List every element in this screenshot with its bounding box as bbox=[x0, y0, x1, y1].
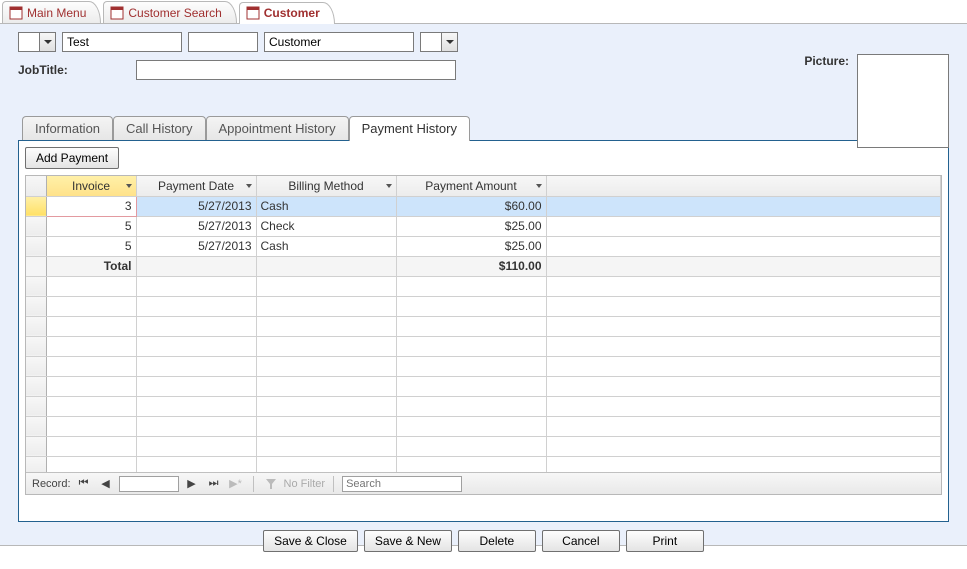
save-close-button[interactable]: Save & Close bbox=[263, 530, 358, 552]
row-selector[interactable] bbox=[26, 236, 46, 256]
empty-row bbox=[26, 336, 941, 356]
prefix-combo[interactable] bbox=[18, 32, 56, 52]
suffix-input[interactable] bbox=[421, 33, 441, 51]
nav-first-icon[interactable]: ⏮ bbox=[75, 476, 93, 492]
cell-blank bbox=[546, 216, 941, 236]
dropdown-arrow-icon[interactable] bbox=[441, 33, 457, 51]
jobtitle-field[interactable] bbox=[136, 60, 456, 80]
cell-billing-method[interactable]: Cash bbox=[256, 196, 396, 216]
record-label: Record: bbox=[32, 478, 71, 490]
cell-billing-method[interactable]: Cash bbox=[256, 236, 396, 256]
column-header-billing-method[interactable]: Billing Method bbox=[256, 176, 396, 196]
nav-next-icon[interactable]: ▶ bbox=[183, 476, 201, 492]
object-tab-main-menu[interactable]: Main Menu bbox=[2, 1, 101, 23]
cell-payment-amount[interactable]: $25.00 bbox=[396, 236, 546, 256]
table-row[interactable]: 55/27/2013Check$25.00 bbox=[26, 216, 941, 236]
object-tab-label: Customer Search bbox=[128, 6, 221, 20]
column-header-blank bbox=[546, 176, 941, 196]
delete-button[interactable]: Delete bbox=[458, 530, 536, 552]
totals-row: Total $110.00 bbox=[26, 256, 941, 276]
empty-row bbox=[26, 456, 941, 472]
prefix-input[interactable] bbox=[19, 33, 39, 51]
empty-row bbox=[26, 296, 941, 316]
cell-blank bbox=[136, 256, 256, 276]
cell-invoice[interactable]: 3 bbox=[46, 196, 136, 216]
nav-prev-icon[interactable]: ◀ bbox=[97, 476, 115, 492]
no-filter-label: No Filter bbox=[284, 478, 326, 490]
cell-blank bbox=[546, 256, 941, 276]
cell-payment-date[interactable]: 5/27/2013 bbox=[136, 196, 256, 216]
cell-payment-date[interactable]: 5/27/2013 bbox=[136, 236, 256, 256]
picture-section: Picture: bbox=[804, 54, 949, 148]
record-number-field[interactable] bbox=[119, 476, 179, 492]
payment-history-panel: Add Payment bbox=[18, 140, 949, 522]
cancel-button[interactable]: Cancel bbox=[542, 530, 620, 552]
record-navigator: Record: ⏮ ◀ ▶ ⏭ ▶* No Filter bbox=[26, 472, 941, 494]
nav-new-icon[interactable]: ▶* bbox=[227, 476, 245, 492]
table-row[interactable]: 35/27/2013Cash$60.00 bbox=[26, 196, 941, 216]
totals-amount: $110.00 bbox=[396, 256, 546, 276]
middle-name-field[interactable] bbox=[188, 32, 258, 52]
cell-blank bbox=[256, 256, 396, 276]
add-payment-button[interactable]: Add Payment bbox=[25, 147, 119, 169]
row-selector[interactable] bbox=[26, 196, 46, 216]
cell-blank bbox=[546, 236, 941, 256]
object-tab-customer-search[interactable]: Customer Search bbox=[103, 1, 236, 23]
print-button[interactable]: Print bbox=[626, 530, 704, 552]
cell-blank bbox=[546, 196, 941, 216]
search-input[interactable] bbox=[342, 476, 462, 492]
table-row[interactable]: 55/27/2013Cash$25.00 bbox=[26, 236, 941, 256]
form-icon bbox=[9, 6, 23, 20]
last-name-field[interactable] bbox=[264, 32, 414, 52]
object-tab-label: Customer bbox=[264, 6, 320, 20]
cell-invoice[interactable]: 5 bbox=[46, 236, 136, 256]
object-tab-customer[interactable]: Customer bbox=[239, 2, 335, 24]
cell-payment-amount[interactable]: $60.00 bbox=[396, 196, 546, 216]
footer-button-bar: Save & Close Save & New Delete Cancel Pr… bbox=[18, 522, 949, 552]
empty-row bbox=[26, 356, 941, 376]
column-header-payment-amount[interactable]: Payment Amount bbox=[396, 176, 546, 196]
empty-row bbox=[26, 276, 941, 296]
empty-row bbox=[26, 396, 941, 416]
cell-invoice[interactable]: 5 bbox=[46, 216, 136, 236]
save-new-button[interactable]: Save & New bbox=[364, 530, 452, 552]
cell-payment-amount[interactable]: $25.00 bbox=[396, 216, 546, 236]
empty-row bbox=[26, 416, 941, 436]
tab-payment-history[interactable]: Payment History bbox=[349, 116, 470, 141]
dropdown-arrow-icon[interactable] bbox=[39, 33, 55, 51]
filter-icon bbox=[262, 476, 280, 492]
form-icon bbox=[246, 6, 260, 20]
tab-information[interactable]: Information bbox=[22, 116, 113, 140]
select-all-cell[interactable] bbox=[26, 176, 46, 196]
row-selector bbox=[26, 256, 46, 276]
first-name-field[interactable] bbox=[62, 32, 182, 52]
tab-call-history[interactable]: Call History bbox=[113, 116, 205, 140]
picture-box[interactable] bbox=[857, 54, 949, 148]
grid-header-row: Invoice Payment Date Billing Method Paym… bbox=[26, 176, 941, 196]
row-selector[interactable] bbox=[26, 216, 46, 236]
tab-appointment-history[interactable]: Appointment History bbox=[206, 116, 349, 140]
empty-row bbox=[26, 316, 941, 336]
object-tab-bar: Main Menu Customer Search Customer bbox=[0, 0, 967, 24]
suffix-combo[interactable] bbox=[420, 32, 458, 52]
jobtitle-label: JobTitle: bbox=[18, 63, 128, 77]
picture-label: Picture: bbox=[804, 54, 849, 68]
column-header-payment-date[interactable]: Payment Date bbox=[136, 176, 256, 196]
empty-row bbox=[26, 436, 941, 456]
object-tab-label: Main Menu bbox=[27, 6, 86, 20]
empty-row bbox=[26, 376, 941, 396]
name-row bbox=[18, 30, 949, 54]
cell-billing-method[interactable]: Check bbox=[256, 216, 396, 236]
column-header-invoice[interactable]: Invoice bbox=[46, 176, 136, 196]
payment-grid: Invoice Payment Date Billing Method Paym… bbox=[25, 175, 942, 495]
cell-payment-date[interactable]: 5/27/2013 bbox=[136, 216, 256, 236]
form-icon bbox=[110, 6, 124, 20]
nav-last-icon[interactable]: ⏭ bbox=[205, 476, 223, 492]
totals-label: Total bbox=[46, 256, 136, 276]
